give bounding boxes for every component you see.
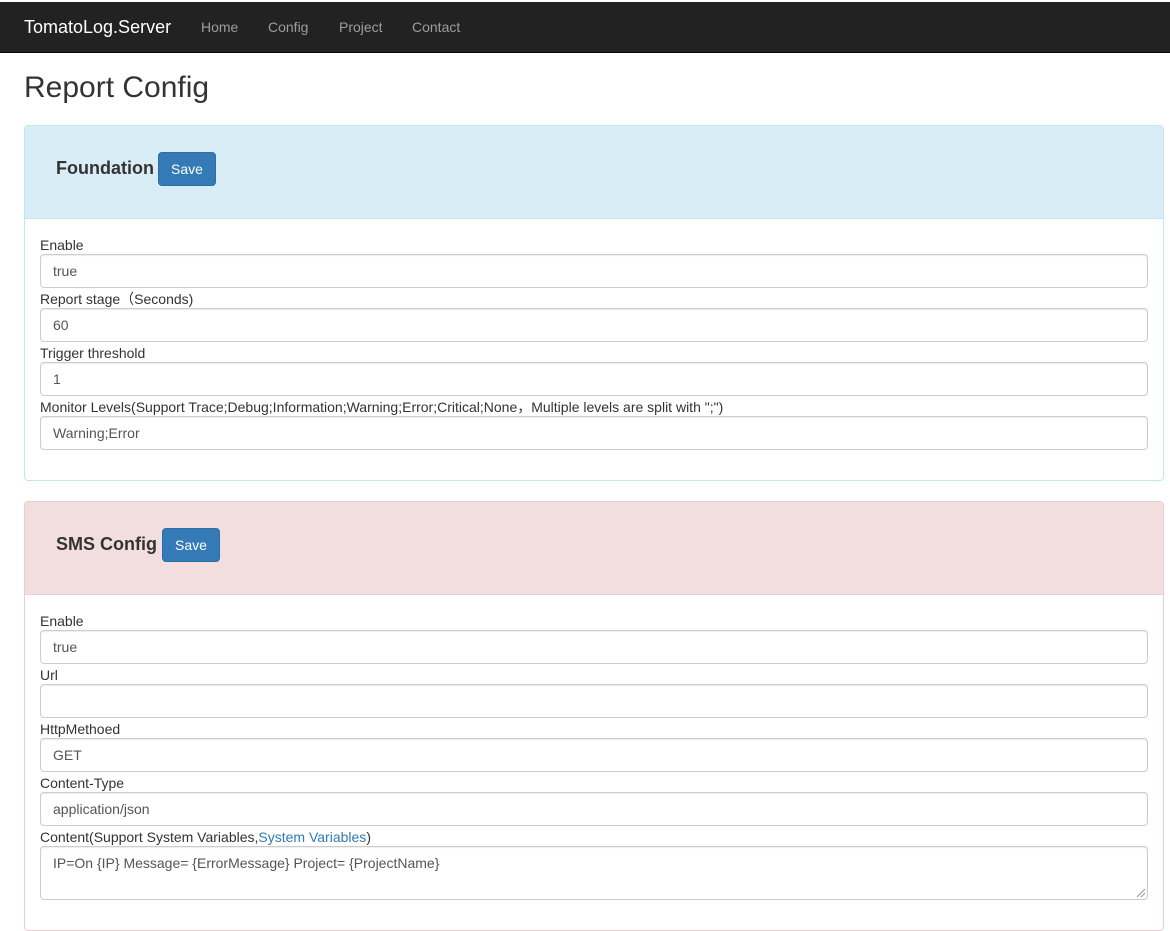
navbar-brand[interactable]: TomatoLog.Server bbox=[24, 16, 171, 38]
nav-link-project[interactable]: Project bbox=[339, 18, 383, 36]
content-textarea[interactable]: IP=On {IP} Message= {ErrorMessage} Proje… bbox=[40, 846, 1148, 900]
nav-link-home[interactable]: Home bbox=[201, 18, 238, 36]
http-method-label: HttpMethoed bbox=[40, 721, 121, 737]
monitor-levels-input[interactable]: Warning;Error bbox=[40, 416, 1148, 450]
report-stage-label: Report stage（Seconds) bbox=[40, 291, 194, 307]
foundation-title: Foundation bbox=[56, 158, 154, 178]
sms-config-panel: SMS Config Save Enable true Url HttpMeth… bbox=[24, 501, 1164, 931]
monitor-levels-label: Monitor Levels(Support Trace;Debug;Infor… bbox=[40, 399, 724, 415]
sms-config-title: SMS Config bbox=[56, 534, 157, 554]
sms-enable-label: Enable bbox=[40, 613, 84, 629]
nav-link-config[interactable]: Config bbox=[268, 18, 308, 36]
nav-link-contact[interactable]: Contact bbox=[412, 18, 460, 36]
foundation-save-button[interactable]: Save bbox=[158, 152, 216, 186]
foundation-panel-heading: Foundation Save bbox=[25, 126, 1163, 219]
system-variables-link[interactable]: System Variables bbox=[258, 829, 366, 845]
content-label-suffix: ) bbox=[366, 829, 371, 845]
foundation-enable-input[interactable]: true bbox=[40, 254, 1148, 288]
url-input[interactable] bbox=[40, 684, 1148, 718]
report-stage-input[interactable]: 60 bbox=[40, 308, 1148, 342]
foundation-enable-label: Enable bbox=[40, 237, 84, 253]
foundation-panel: Foundation Save Enable true Report stage… bbox=[24, 125, 1164, 481]
top-navbar: TomatoLog.Server Home Config Project Con… bbox=[0, 2, 1170, 53]
content-label-prefix: Content(Support System Variables, bbox=[40, 829, 259, 845]
content-textarea-value: IP=On {IP} Message= {ErrorMessage} Proje… bbox=[53, 855, 440, 871]
http-method-input[interactable]: GET bbox=[40, 738, 1148, 772]
url-label: Url bbox=[40, 667, 58, 683]
content-type-label: Content-Type bbox=[40, 775, 125, 791]
sms-enable-input[interactable]: true bbox=[40, 630, 1148, 664]
sms-save-button[interactable]: Save bbox=[162, 528, 220, 562]
trigger-threshold-label: Trigger threshold bbox=[40, 345, 146, 361]
page-title: Report Config bbox=[24, 71, 210, 104]
content-label: Content(Support System Variables,System … bbox=[40, 829, 371, 846]
trigger-threshold-input[interactable]: 1 bbox=[40, 362, 1148, 396]
content-type-input[interactable]: application/json bbox=[40, 792, 1148, 826]
sms-panel-heading: SMS Config Save bbox=[25, 502, 1163, 595]
resize-grip-icon[interactable] bbox=[1137, 889, 1145, 897]
